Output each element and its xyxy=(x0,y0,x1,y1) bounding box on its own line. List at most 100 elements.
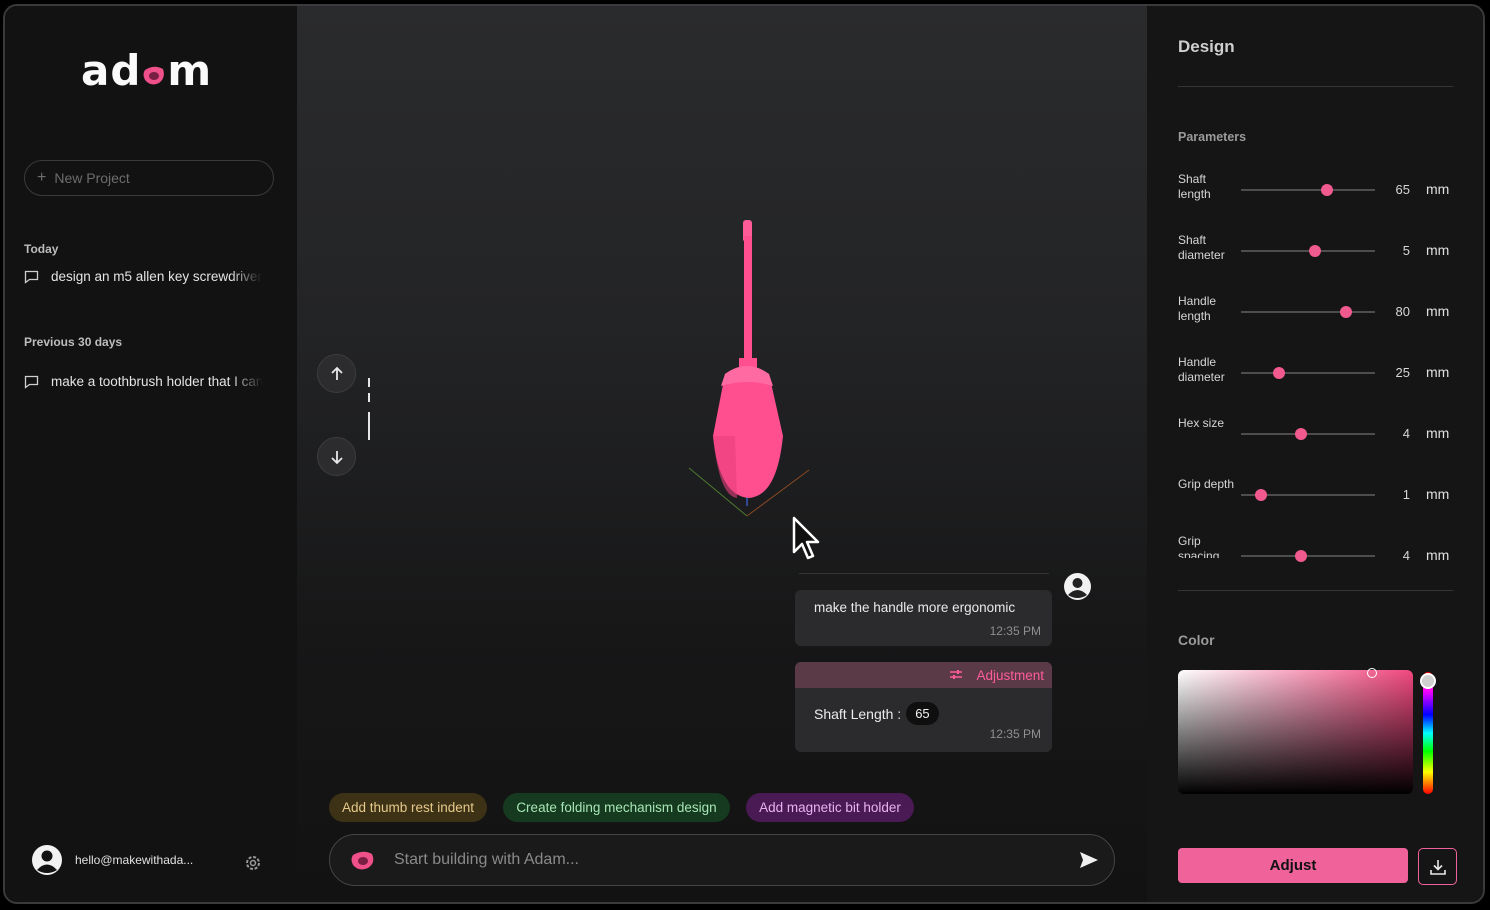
chat-history-item[interactable]: design an m5 allen key screwdriver xyxy=(24,269,269,284)
adjust-button[interactable]: Adjust xyxy=(1178,848,1408,883)
param-unit: mm xyxy=(1426,547,1450,563)
scroll-down-button[interactable] xyxy=(317,437,356,476)
logo-text-left: ad xyxy=(81,46,142,95)
hue-slider-thumb[interactable] xyxy=(1420,673,1436,689)
download-button[interactable] xyxy=(1418,848,1457,885)
user-email: hello@makewithada... xyxy=(75,853,194,867)
screwdriver-model[interactable] xyxy=(677,206,817,536)
scroll-up-button[interactable] xyxy=(317,354,356,393)
adjustment-card: Adjustment Shaft Length : 65 12:35 PM xyxy=(795,662,1052,752)
color-picker-handle[interactable] xyxy=(1367,668,1377,678)
chat-bubble-icon xyxy=(24,375,39,389)
user-avatar-icon xyxy=(1064,573,1091,600)
download-icon xyxy=(1429,859,1446,875)
chat-history-label: design an m5 allen key screwdriver xyxy=(51,269,262,284)
param-value: 4 xyxy=(1402,548,1410,563)
prompt-input[interactable] xyxy=(394,851,1054,869)
history-marker-active[interactable] xyxy=(368,412,370,440)
sliders-icon xyxy=(950,670,963,679)
message-timestamp: 12:35 PM xyxy=(989,727,1041,741)
param-slider-thumb[interactable] xyxy=(1255,489,1268,501)
param-name: Grip spacing xyxy=(1178,534,1220,558)
color-label: Color xyxy=(1178,632,1215,648)
param-value: 4 xyxy=(1402,426,1410,441)
param-name: Shaft length xyxy=(1178,172,1211,201)
param-slider-thumb[interactable] xyxy=(1295,550,1308,562)
gear-icon[interactable] xyxy=(243,853,263,873)
param-slider-track[interactable] xyxy=(1241,433,1375,435)
param-name: Hex size xyxy=(1178,416,1225,430)
suggestion-chip[interactable]: Add thumb rest indent xyxy=(329,793,487,822)
history-marker[interactable] xyxy=(368,378,370,387)
logo-mark-icon xyxy=(143,66,165,84)
param-row: Shaft diameter 5 mm xyxy=(1178,233,1454,267)
parameters-label: Parameters xyxy=(1178,130,1247,144)
param-unit: mm xyxy=(1426,242,1450,258)
chat-history-item[interactable]: make a toothbrush holder that I can xyxy=(24,374,269,389)
suggestion-chip[interactable]: Add magnetic bit holder xyxy=(746,793,914,822)
param-slider-track[interactable] xyxy=(1241,372,1375,374)
param-value: 1 xyxy=(1402,487,1410,502)
adjustment-header: Adjustment xyxy=(795,662,1052,688)
mouse-cursor-icon xyxy=(792,516,820,560)
param-unit: mm xyxy=(1426,303,1450,319)
param-slider-track[interactable] xyxy=(1241,189,1375,191)
param-row: Handle length 80 mm xyxy=(1178,294,1454,328)
param-slider-thumb[interactable] xyxy=(1320,184,1333,196)
param-value: 80 xyxy=(1395,304,1410,319)
plus-icon: + xyxy=(37,169,47,186)
prompt-bar xyxy=(329,834,1115,886)
param-name: Shaft diameter xyxy=(1178,233,1225,262)
adjustment-param: Shaft Length : xyxy=(814,705,902,722)
chat-bubble-icon xyxy=(24,270,39,284)
param-value: 25 xyxy=(1395,365,1410,380)
param-name: Handle length xyxy=(1178,294,1217,323)
sidebar: ad m + New Project Today design an m5 al… xyxy=(5,6,297,902)
param-name: Grip depth xyxy=(1178,477,1235,491)
panel-title: Design xyxy=(1178,37,1235,56)
param-value: 5 xyxy=(1402,243,1410,258)
app-window: ad m + New Project Today design an m5 al… xyxy=(3,4,1485,904)
param-unit: mm xyxy=(1426,425,1450,441)
adam-logo-icon xyxy=(351,851,374,870)
param-row: Hex size 4 mm xyxy=(1178,416,1454,450)
param-unit: mm xyxy=(1426,486,1450,502)
user-account[interactable]: hello@makewithada... xyxy=(31,844,199,876)
param-slider-thumb[interactable] xyxy=(1272,367,1285,379)
param-name: Handle diameter xyxy=(1178,355,1225,384)
send-icon[interactable] xyxy=(1078,849,1100,871)
param-slider-thumb[interactable] xyxy=(1295,428,1308,440)
history-marker[interactable] xyxy=(368,393,370,402)
param-slider-track[interactable] xyxy=(1241,555,1375,557)
hue-slider[interactable] xyxy=(1423,672,1433,794)
divider xyxy=(1178,590,1453,591)
avatar-icon xyxy=(32,845,62,875)
logo-text-right: m xyxy=(167,46,213,95)
chat-history-label: make a toothbrush holder that I can xyxy=(51,374,264,389)
3d-viewport[interactable]: make the handle more ergonomic 12:35 PM … xyxy=(297,6,1147,902)
param-slider-thumb[interactable] xyxy=(1339,306,1352,318)
user-message: make the handle more ergonomic 12:35 PM xyxy=(795,590,1052,646)
logo[interactable]: ad m xyxy=(81,46,212,95)
param-row: Shaft length 65 mm xyxy=(1178,172,1454,206)
param-unit: mm xyxy=(1426,181,1450,197)
design-panel: Design Parameters Shaft length 65 mm Shaft … xyxy=(1147,6,1483,902)
color-picker-area[interactable] xyxy=(1178,670,1413,794)
new-project-label: New Project xyxy=(54,170,130,186)
param-row: Grip spacing 4 mm xyxy=(1178,534,1454,572)
suggestion-chip[interactable]: Create folding mechanism design xyxy=(503,793,730,822)
adjustment-label: Adjustment xyxy=(976,667,1044,683)
new-project-button[interactable]: + New Project xyxy=(24,160,274,196)
param-slider-track[interactable] xyxy=(1241,311,1375,313)
previous-section-label: Previous 30 days xyxy=(24,335,123,349)
param-slider-thumb[interactable] xyxy=(1308,245,1321,257)
arrow-up-icon xyxy=(330,366,343,380)
divider xyxy=(1178,86,1453,87)
message-timestamp: 12:35 PM xyxy=(989,624,1041,638)
param-row: Handle diameter 25 mm xyxy=(1178,355,1454,389)
arrow-down-icon xyxy=(330,450,343,464)
chat-divider xyxy=(799,573,1049,574)
today-section-label: Today xyxy=(24,242,59,256)
param-unit: mm xyxy=(1426,364,1450,380)
adjustment-body: Shaft Length : 65 xyxy=(795,688,1052,725)
